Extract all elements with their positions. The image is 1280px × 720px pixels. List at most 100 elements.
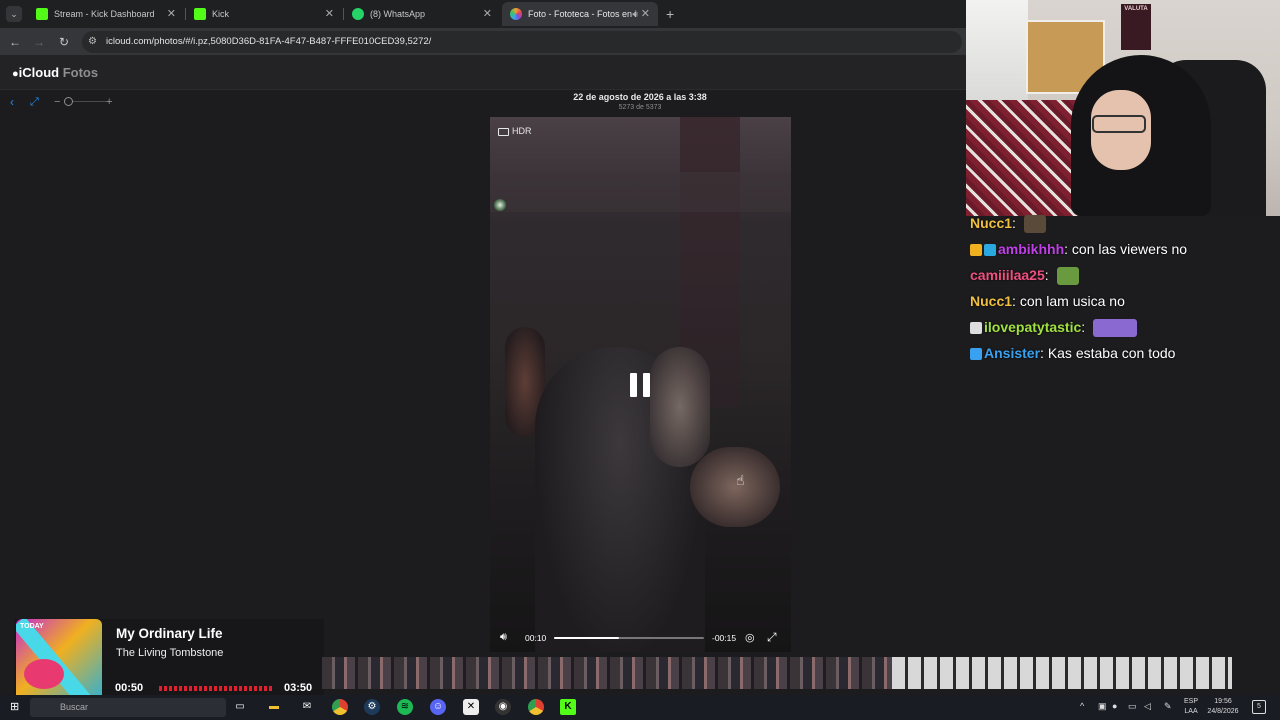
tray-chevron-icon[interactable]: ^ (1080, 701, 1084, 711)
thumbnails-light[interactable] (892, 657, 1232, 689)
url-text[interactable]: icloud.com/photos/#/i.pz,5080D36D-81FA-4… (106, 31, 431, 53)
chat-separator: : (1044, 267, 1053, 283)
volume-icon[interactable]: 🔊︎ (500, 631, 507, 644)
speaker-icon[interactable]: 🔊︎ (632, 2, 638, 26)
mouse-cursor-icon: ☝︎ (736, 472, 745, 488)
tab-kick-dashboard[interactable]: Stream - Kick Dashboard ✕ (28, 2, 184, 26)
back-arrow-icon[interactable]: ← (6, 33, 24, 51)
chat-username[interactable]: Nucc1 (970, 293, 1012, 309)
forward-arrow-icon[interactable]: → (30, 33, 48, 51)
video-frame-hair (650, 347, 710, 467)
discord-icon[interactable]: ☺ (430, 699, 446, 715)
chat-separator: : (1012, 215, 1020, 231)
tab-close-icon[interactable]: ✕ (483, 2, 492, 26)
chat-separator: : (1012, 293, 1020, 309)
address-bar[interactable]: ⚙︎ icloud.com/photos/#/i.pz,5080D36D-81F… (82, 31, 962, 53)
tab-close-icon[interactable]: ✕ (641, 2, 650, 26)
chat-text: con las viewers no (1071, 241, 1188, 257)
fullscreen-icon[interactable]: ⤢ (767, 630, 777, 645)
webcam-overlay: VALUTA (966, 0, 1280, 216)
chat-username[interactable]: Nucc1 (970, 215, 1012, 231)
album-art: TODAY (16, 619, 102, 703)
capcut-icon[interactable]: ✕ (463, 699, 479, 715)
time-remaining: -00:15 (712, 633, 737, 643)
kick-taskbar-icon[interactable]: K (560, 699, 576, 715)
chat-message: Nucc1: con lam usica no (970, 288, 1280, 314)
scrubber-fill (554, 637, 619, 639)
zoom-in-icon[interactable]: + (106, 95, 112, 109)
video-frame-arm (690, 447, 780, 527)
tab-close-icon[interactable]: ✕ (167, 2, 176, 26)
kick-favicon-icon (194, 8, 206, 20)
time-elapsed: 00:10 (525, 633, 547, 643)
clock[interactable]: 19:56 24/8/2026 (1206, 697, 1240, 717)
back-chevron-icon[interactable]: ‹ (10, 95, 14, 109)
tab-whatsapp[interactable]: (8) WhatsApp ✕ (344, 2, 500, 26)
chat-emote-icon (1056, 267, 1079, 286)
chat-message: Ansister: Kas estaba con todo (970, 340, 1280, 366)
chat-badge-icon (970, 322, 982, 335)
chat-username[interactable]: camiiilaa25 (970, 267, 1045, 283)
site-info-icon[interactable]: ⚙︎ (88, 35, 100, 49)
network-icon[interactable]: ▭ (1128, 701, 1137, 712)
chrome-icon[interactable] (332, 699, 348, 715)
chat-separator: : (1081, 319, 1090, 335)
tab-label: Foto - Fototeca - Fotos en i (528, 9, 637, 19)
chat-text: con lam usica no (1019, 293, 1125, 309)
file-explorer-icon[interactable]: ▬ (266, 699, 282, 715)
live-photo-icon[interactable]: ◎ (745, 631, 755, 644)
microphone-icon[interactable]: ● (1112, 701, 1117, 711)
notification-icon[interactable]: 5 (1252, 700, 1266, 714)
tab-kick[interactable]: Kick ✕ (186, 2, 342, 26)
hdr-screen-icon (498, 127, 509, 136)
apple-logo-icon: ● (12, 68, 19, 80)
scrubber[interactable] (554, 637, 704, 639)
spotify-icon[interactable]: ≋ (397, 699, 413, 715)
thumbnails-dark[interactable] (322, 657, 892, 689)
language-indicator[interactable]: ESP LAA (1184, 697, 1198, 717)
tray-app-icon[interactable]: ▣ (1098, 701, 1107, 712)
taskbar-search[interactable]: Buscar (30, 698, 226, 717)
chat-separator: : (1040, 345, 1048, 361)
chat-username[interactable]: Ansister (984, 345, 1040, 361)
tab-icloud-photos[interactable]: Foto - Fototeca - Fotos en i 🔊︎ ✕ (502, 2, 658, 26)
whatsapp-favicon-icon (352, 8, 364, 20)
navigation-bar: ← → ↻ ⚙︎ icloud.com/photos/#/i.pz,5080D3… (0, 28, 966, 55)
clock-date: 24/8/2026 (1207, 708, 1239, 715)
webcam-poster: VALUTA (1121, 4, 1151, 50)
pen-icon[interactable]: ✎ (1164, 701, 1172, 712)
task-view-icon[interactable]: ▭ (232, 699, 248, 715)
chat-username[interactable]: ambikhhh (998, 241, 1064, 257)
pause-button[interactable] (630, 373, 652, 397)
lang-code: ESP (1184, 698, 1199, 705)
icloud-logo[interactable]: ●iCloud Fotos (12, 65, 98, 80)
steam-icon[interactable]: ⚙ (364, 699, 380, 715)
expand-arrows-icon[interactable]: ⤢ (30, 95, 39, 109)
brand-icloud: iCloud (18, 65, 60, 80)
chat-badge-icon (970, 244, 982, 257)
video-controls: 🔊︎ 00:10 -00:15 ◎ ⤢ (490, 628, 791, 648)
tab-close-icon[interactable]: ✕ (325, 2, 334, 26)
pause-bar-right (643, 373, 650, 397)
tab-search-chevron-icon[interactable]: ⌄ (6, 6, 22, 22)
album-art-blob (24, 659, 64, 689)
chat-message: ilovepatytastic: (970, 314, 1280, 340)
obs-icon[interactable]: ◉ (495, 699, 511, 715)
zoom-out-icon[interactable]: − (54, 95, 60, 109)
chat-username[interactable]: ilovepatytastic (984, 319, 1081, 335)
reload-icon[interactable]: ↻ (55, 33, 73, 51)
video-frame-light (494, 199, 506, 211)
zoom-slider-knob[interactable] (64, 97, 73, 106)
track-progress-bar (159, 686, 272, 691)
hdr-badge: HDR (498, 125, 532, 137)
icloud-header: ●iCloud Fotos (0, 55, 966, 90)
taskbar: ⊞ Buscar ▭ ▬ ✉ ⚙ ≋ ☺ ✕ ◉ K ^ ▣ ● ▭ ◁ ✎ E… (0, 695, 1280, 720)
windows-start-icon[interactable]: ⊞ (10, 701, 23, 714)
chrome-active-icon[interactable] (528, 699, 544, 715)
mail-icon[interactable]: ✉ (299, 699, 315, 715)
track-elapsed: 00:50 (115, 682, 144, 694)
volume-tray-icon[interactable]: ◁ (1144, 701, 1151, 712)
poster-text: VALUTA (1124, 6, 1148, 12)
new-tab-plus-icon[interactable]: + (666, 6, 674, 22)
thumbnail-strip[interactable] (322, 657, 1232, 689)
